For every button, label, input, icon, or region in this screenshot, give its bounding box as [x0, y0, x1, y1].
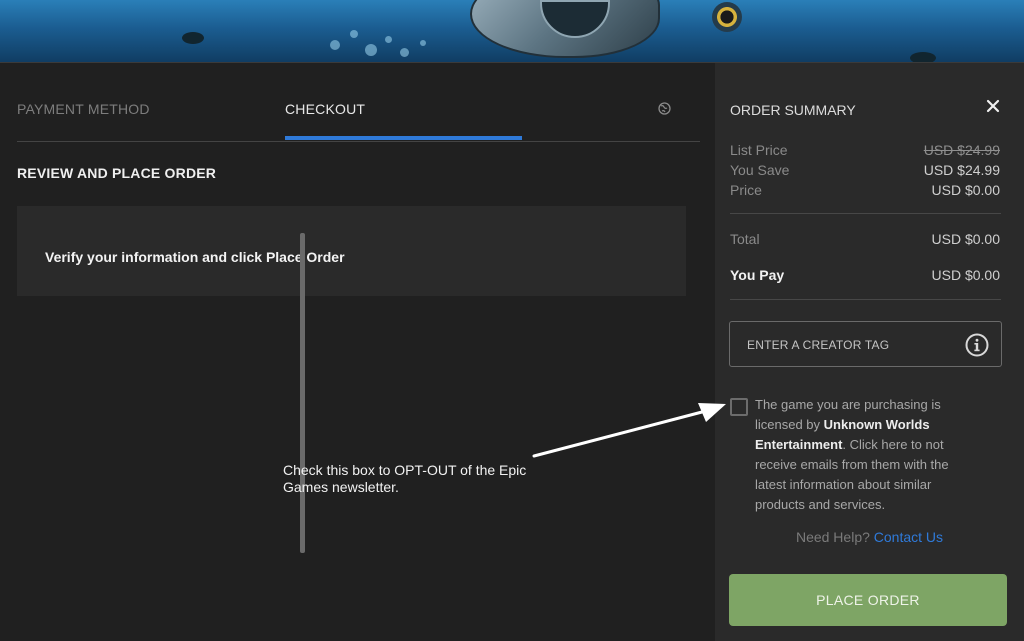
globe-icon[interactable] [658, 102, 671, 115]
price-value: USD $0.00 [931, 182, 1000, 198]
price-row: Price USD $0.00 [730, 182, 1000, 200]
tab-checkout[interactable]: CHECKOUT [285, 101, 365, 117]
tab-payment-method[interactable]: PAYMENT METHOD [17, 101, 150, 117]
you-pay-value: USD $0.00 [931, 267, 1000, 283]
total-label: Total [730, 231, 760, 247]
review-section-title: REVIEW AND PLACE ORDER [17, 165, 217, 181]
list-price-label: List Price [730, 142, 788, 158]
contact-us-link[interactable]: Contact Us [874, 529, 943, 545]
you-save-row: You Save USD $24.99 [730, 162, 1000, 180]
price-label: Price [730, 182, 762, 198]
license-opt-out-text[interactable]: The game you are purchasing is licensed … [755, 395, 975, 515]
you-pay-label: You Pay [730, 267, 785, 283]
email-opt-out-checkbox[interactable] [730, 398, 748, 416]
summary-divider [730, 213, 1001, 214]
tabs-divider [17, 141, 700, 142]
creator-tag-input[interactable] [747, 336, 957, 354]
list-price-row: List Price USD $24.99 [730, 142, 1000, 160]
info-icon[interactable] [965, 333, 989, 357]
order-summary-pane: ORDER SUMMARY List Price USD $24.99 You … [715, 63, 1024, 641]
game-banner-image [0, 0, 1024, 62]
checkout-main-pane: PAYMENT METHOD CHECKOUT REVIEW AND PLACE… [0, 63, 715, 641]
help-line: Need Help? Contact Us [715, 529, 1024, 545]
active-tab-indicator [285, 136, 522, 140]
total-value: USD $0.00 [931, 231, 1000, 247]
creator-tag-field [729, 321, 1002, 367]
list-price-value: USD $24.99 [923, 142, 1000, 158]
you-pay-row: You Pay USD $0.00 [730, 267, 1000, 285]
checkout-screen: PAYMENT METHOD CHECKOUT REVIEW AND PLACE… [0, 0, 1024, 641]
you-save-value: USD $24.99 [923, 162, 1000, 178]
annotation-arrow [532, 403, 726, 458]
you-save-label: You Save [730, 162, 790, 178]
place-order-button[interactable]: PLACE ORDER [729, 574, 1007, 626]
summary-scrollbar[interactable] [300, 233, 305, 553]
order-summary-title: ORDER SUMMARY [730, 102, 856, 118]
help-question: Need Help? [795, 529, 870, 545]
checkout-modal: PAYMENT METHOD CHECKOUT REVIEW AND PLACE… [0, 62, 1024, 641]
total-row: Total USD $0.00 [730, 231, 1000, 249]
close-icon[interactable] [985, 98, 1001, 114]
info-message-box: Verify your information and click Place … [17, 206, 686, 296]
annotation-callout-text: Check this box to OPT-OUT of the Epic Ga… [283, 462, 527, 495]
summary-divider [730, 299, 1001, 300]
